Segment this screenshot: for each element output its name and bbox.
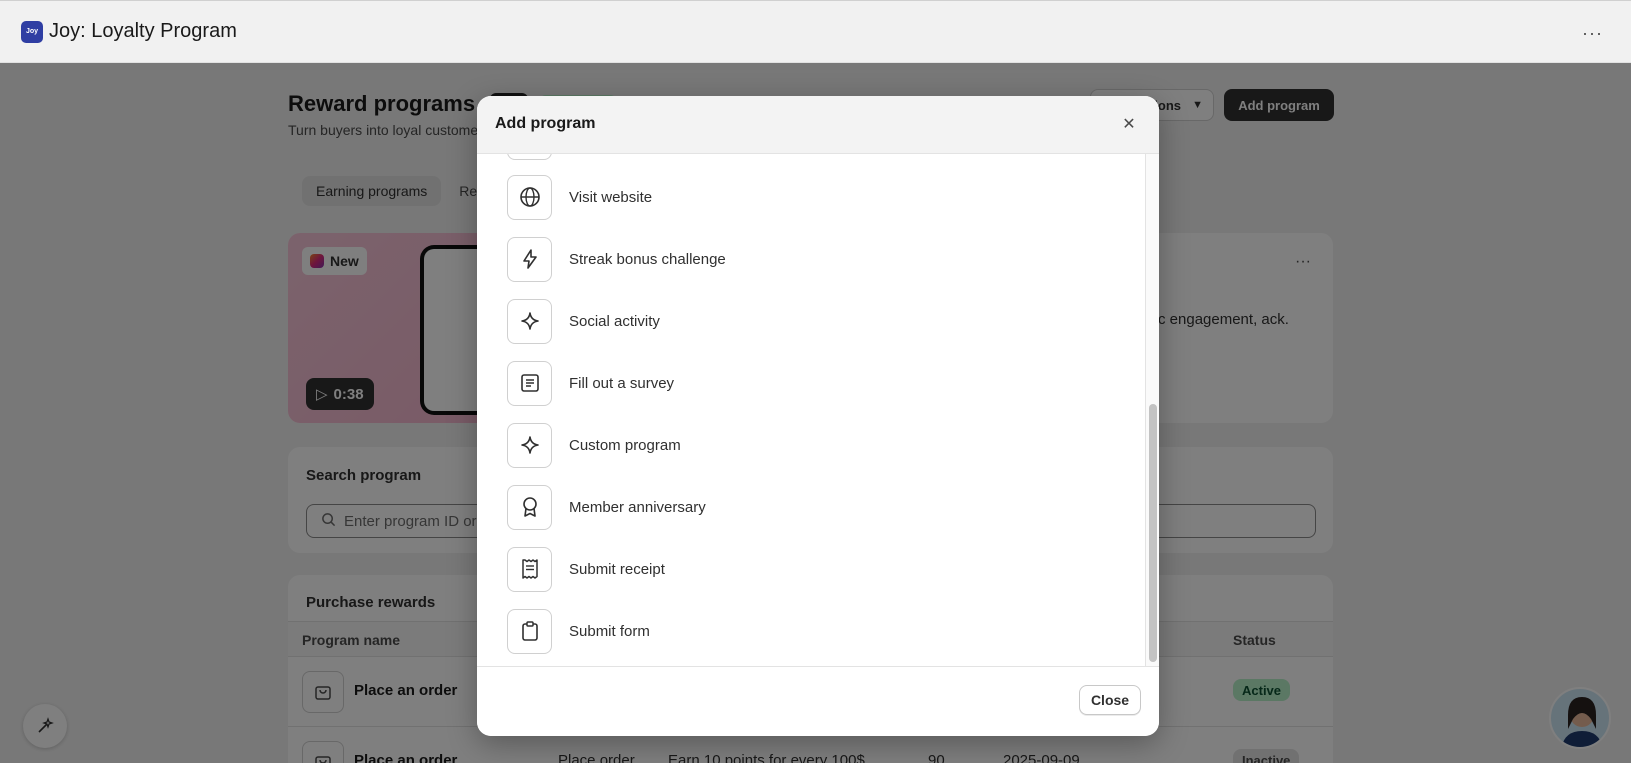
list-item-submit-receipt[interactable]: Submit receipt [507, 546, 665, 592]
lightning-icon [507, 236, 552, 282]
add-program-modal: Add program ✕ Visit website Streak bonus… [477, 96, 1159, 736]
document-icon [507, 360, 552, 406]
list-item-label: Fill out a survey [569, 374, 675, 392]
list-item-label: Streak bonus challenge [569, 250, 726, 268]
list-item-label: Visit website [569, 188, 653, 206]
list-item-fill-survey[interactable]: Fill out a survey [507, 360, 674, 406]
scrollbar-thumb[interactable] [1149, 404, 1157, 662]
modal-scrollbar[interactable] [1145, 154, 1159, 666]
list-item-custom-program[interactable]: Custom program [507, 422, 681, 468]
list-item-social-activity[interactable]: Social activity [507, 298, 660, 344]
app-logo: Joy [21, 20, 43, 43]
list-item-label: Submit receipt [569, 560, 665, 578]
list-item-visit-website[interactable]: Visit website [507, 174, 652, 220]
list-item-member-anniversary[interactable]: Member anniversary [507, 484, 706, 530]
list-item-icon[interactable] [507, 154, 552, 160]
award-icon [507, 484, 552, 530]
app-title: Joy: Loyalty Program [49, 20, 237, 42]
app-bar: Joy Joy: Loyalty Program ··· [0, 0, 1631, 63]
list-item-label: Custom program [569, 436, 681, 454]
receipt-icon [507, 546, 552, 592]
list-item-submit-form[interactable]: Submit form [507, 608, 650, 654]
program-type-list: Visit website Streak bonus challenge Soc… [477, 154, 1145, 666]
clipboard-icon [507, 608, 552, 654]
sparkle-icon [507, 422, 552, 468]
list-item-streak-bonus[interactable]: Streak bonus challenge [507, 236, 726, 282]
modal-footer: Close [477, 666, 1159, 736]
list-item-label: Member anniversary [569, 498, 706, 516]
close-button[interactable]: Close [1079, 685, 1141, 715]
sparkle-icon [507, 298, 552, 344]
globe-icon [507, 174, 552, 220]
modal-header: Add program ✕ [477, 96, 1159, 154]
more-menu-icon[interactable]: ··· [1582, 23, 1603, 44]
list-item-label: Submit form [569, 622, 650, 640]
close-icon[interactable]: ✕ [1119, 114, 1139, 134]
modal-title: Add program [495, 115, 596, 132]
list-item-label: Social activity [569, 312, 660, 330]
